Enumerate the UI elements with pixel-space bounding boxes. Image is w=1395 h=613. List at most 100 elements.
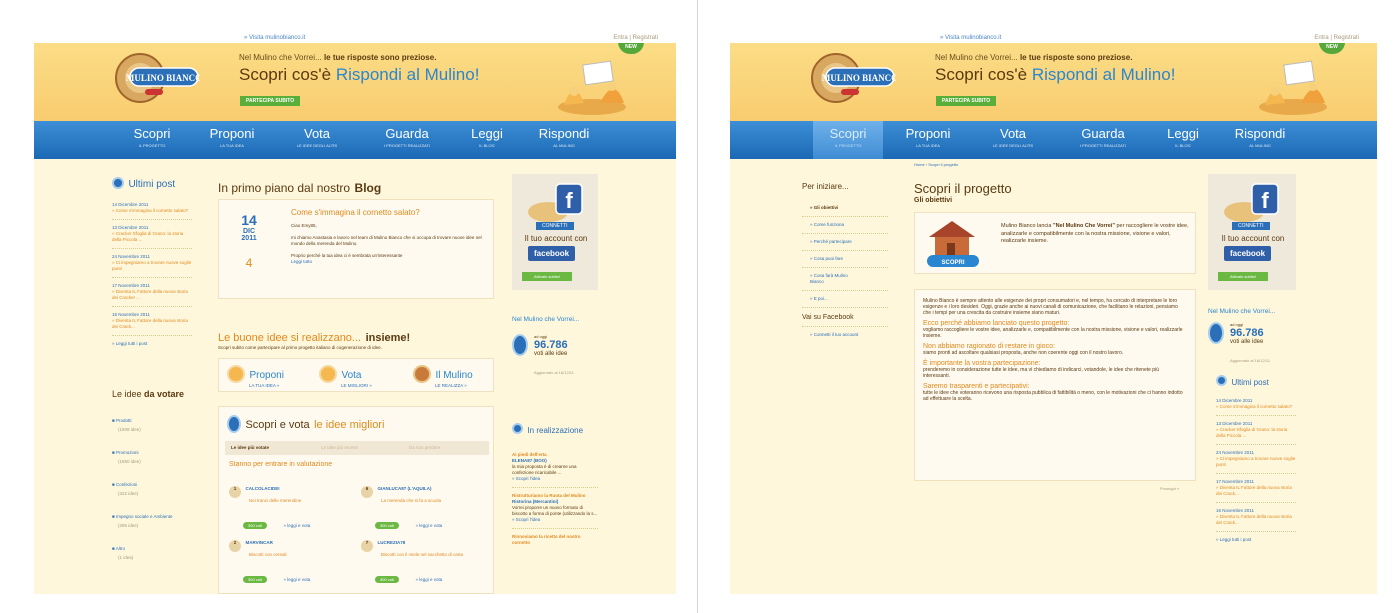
sidebar-menu: » Gli obiettivi » Come funziona » Perché… — [802, 205, 888, 308]
nav-rispondi[interactable]: Rispondi AL MULINO — [1220, 121, 1300, 159]
activate-button[interactable]: Attivalo subito! — [1218, 272, 1269, 281]
read-vote-link[interactable]: » leggi e vota — [283, 577, 310, 582]
idea-item[interactable]: 6 GIANLUCA87 (L'AQUILA) La merenda che s… — [361, 477, 491, 532]
nav-leggi[interactable]: Leggi IL BLOG — [1148, 121, 1218, 159]
post-item[interactable]: 17 Novembre 2011» Diventa IL Fattore del… — [1216, 479, 1296, 497]
idea-item[interactable]: 2 MARVINCAR Biscotti con cereali 300 vot… — [229, 531, 351, 586]
facebook-button[interactable]: facebook — [1224, 246, 1272, 261]
post-item[interactable]: 24 Novembre 2011» Ci impegniamo a trovar… — [112, 254, 192, 272]
post-item[interactable]: 16 Novembre 2011» Diventa IL Fattore del… — [1216, 508, 1296, 526]
idea-item[interactable]: 1 CALCOLACIDEI Nei tranci delle merendin… — [229, 477, 351, 532]
post-item[interactable]: 16 Novembre 2011» Diventa IL Fattore del… — [112, 312, 192, 330]
post-list: 14 Dicembre 2011» Come s'immagina il cor… — [112, 202, 192, 347]
all-posts-link[interactable]: » Leggi tutti i post — [1216, 537, 1296, 543]
right-ultimi-post: Ultimi post 14 Dicembre 2011» Come s'imm… — [1216, 372, 1296, 543]
post-item[interactable]: 24 Novembre 2011» Ci impegniamo a trovar… — [1216, 450, 1296, 468]
sidebar-item-cosa-puoi-fare[interactable]: » Cosa puoi fare — [802, 256, 888, 262]
article-paragraph: tutte le idee che voteranno ricevono una… — [923, 390, 1183, 402]
tab-piu-votate[interactable]: Le idee più votate — [231, 445, 269, 451]
nav-proponi[interactable]: Proponi LA TUA IDEA — [893, 121, 963, 159]
page-frame: » Visita mulinobianco.it Entra | Registr… — [34, 34, 676, 594]
nav-vota[interactable]: Vota LE IDEE DEGLI ALTRI — [973, 121, 1053, 159]
sidebar-item-come-funziona[interactable]: » Come funziona — [802, 222, 888, 228]
category-item[interactable]: ■ Prodotti (1509 idee) — [112, 409, 192, 433]
step-proponi[interactable]: Proponi LA TUA IDEA » — [227, 365, 284, 389]
post-title[interactable]: Come s'immagina il cornetto salato? — [291, 208, 487, 217]
nav-vota[interactable]: Vota LE IDEE DEGLI ALTRI — [277, 121, 357, 159]
lightbulb-icon — [227, 365, 245, 383]
banner-headline: Scopri cos'è Rispondi al Mulino! — [935, 65, 1176, 84]
next-link[interactable]: Prosegui » — [1160, 486, 1179, 492]
buone-idee-subtitle: Scopri subito come partecipare al primo … — [218, 345, 382, 350]
nav-scopri[interactable]: Scopri IL PROGETTO — [813, 121, 883, 159]
ultimi-post-header: Ultimi post — [1216, 372, 1296, 390]
tab-piu-recenti[interactable]: Le idee più recenti — [321, 445, 358, 451]
mulino-bianco-logo[interactable]: MULINO BIANCO — [806, 48, 896, 106]
banner-headline: Scopri cos'è Rispondi al Mulino! — [239, 65, 480, 84]
connect-button[interactable]: CONNETTI — [536, 222, 574, 230]
idea-item[interactable]: 7 LUCREZIA78 Biscotti con il miele nel s… — [361, 531, 491, 586]
blog-post-card[interactable]: 14 DIC 2011 4 Come s'immagina il cornett… — [218, 199, 494, 299]
realiz-title[interactable]: Rinnoviamo la ricetta del nostro cornett… — [512, 534, 598, 546]
buone-idee-title: Le buone idee si realizzano... insieme! — [218, 332, 411, 344]
sidebar-item-cosa-fara[interactable]: » Cosa farà Mulino Bianco — [802, 273, 862, 285]
nav-leggi[interactable]: Leggi IL BLOG — [452, 121, 522, 159]
main-nav: Scopri IL PROGETTO Proponi LA TUA IDEA Vot… — [730, 121, 1377, 159]
new-badge: NEW — [1319, 43, 1345, 54]
category-item[interactable]: ■ Altro (1 idea) — [112, 537, 192, 561]
fb-account-label: Il tuo account con — [524, 234, 588, 243]
login-link[interactable]: Entra | Registrati — [1314, 35, 1359, 41]
nav-proponi[interactable]: Proponi LA TUA IDEA — [197, 121, 267, 159]
facebook-button[interactable]: facebook — [528, 246, 576, 261]
discover-idea-link[interactable]: » Scopri l'idea — [512, 476, 598, 482]
post-item[interactable]: 14 Dicembre 2011» Come s'immagina il cor… — [1216, 398, 1296, 410]
nav-rispondi[interactable]: Rispondi AL MULINO — [524, 121, 604, 159]
discover-idea-link[interactable]: » Scopri l'idea — [512, 517, 598, 523]
left-sidebar: Ultimi post 14 Dicembre 2011» Come s'imm… — [112, 174, 192, 569]
step-mulino[interactable]: Il Mulino LE REALIZZA » — [413, 365, 473, 389]
nav-guarda[interactable]: Guarda I PROGETTI REALIZZATI — [1060, 121, 1146, 159]
in-realizzazione: In realizzazione Ai piedi dell'erta ELEN… — [512, 420, 598, 546]
post-item[interactable]: 13 Dicembre 2011» Cracker Sfoglia di Gra… — [112, 225, 192, 243]
connect-button[interactable]: CONNETTI — [1232, 222, 1270, 230]
participate-button[interactable]: PARTECIPA SUBITO — [240, 96, 301, 106]
participate-button[interactable]: PARTECIPA SUBITO — [936, 96, 997, 106]
mulino-bianco-logo[interactable]: MULINO BIANCO — [110, 48, 200, 106]
counter-value: 96.786 — [1230, 327, 1264, 339]
read-vote-link[interactable]: » leggi e vota — [415, 577, 442, 582]
nav-scopri[interactable]: Scopri IL PROGETTO — [117, 121, 187, 159]
sidebar-item-obiettivi[interactable]: » Gli obiettivi — [802, 205, 888, 211]
visit-link[interactable]: » Visita mulinobianco.it — [940, 35, 1001, 41]
sidebar-title: Per iniziare... — [802, 182, 849, 191]
read-more-link[interactable]: Leggi tutto — [291, 259, 487, 265]
article-heading: Saremo trasparenti e partecipativi: — [923, 383, 1030, 390]
connect-account-link[interactable]: » Connetti il tuo account — [802, 332, 888, 338]
read-vote-link[interactable]: » leggi e vota — [415, 523, 442, 528]
login-link[interactable]: Entra | Registrati — [613, 35, 658, 41]
category-item[interactable]: ■ Promozioni (1850 idee) — [112, 441, 192, 465]
activate-button[interactable]: Attivalo subito! — [522, 272, 573, 281]
svg-text:f: f — [565, 188, 573, 213]
nav-guarda[interactable]: Guarda I PROGETTI REALIZZATI — [364, 121, 450, 159]
breadcrumb[interactable]: Home › Scopri il progetto — [914, 162, 958, 168]
post-item[interactable]: 17 Novembre 2011» Diventa IL Fattore del… — [112, 283, 192, 301]
sidebar-item-e-poi[interactable]: » E poi... — [802, 296, 888, 302]
rank-title: Stanno per entrare in valutazione — [229, 461, 333, 468]
screenshot-scopri: » Visita mulinobianco.it Entra | Registr… — [698, 0, 1395, 613]
top-bar: » Visita mulinobianco.it Entra | Registr… — [730, 34, 1377, 43]
page-title: Scopri il progetto — [914, 181, 1012, 196]
step-vota[interactable]: Vota LE MIGLIORI » — [319, 365, 372, 389]
speech-bubble-icon — [1216, 375, 1227, 387]
read-vote-link[interactable]: » leggi e vota — [283, 523, 310, 528]
tab-da-non-perdere[interactable]: Da non perdere — [409, 445, 440, 451]
category-item[interactable]: ■ Confezioni (322 idee) — [112, 473, 192, 497]
counter-title: Nel Mulino che Vorrei... — [1208, 308, 1276, 315]
visit-link[interactable]: » Visita mulinobianco.it — [244, 35, 305, 41]
facebook-box: f CONNETTI Il tuo account con facebook A… — [1208, 174, 1296, 290]
vota-card: Scopri e vota le idee migliori Le idee p… — [218, 406, 494, 594]
all-posts-link[interactable]: » Leggi tutti i post — [112, 341, 192, 347]
category-item[interactable]: ■ Impegno sociale e Ambiente (285 idee) — [112, 505, 192, 529]
post-item[interactable]: 13 Dicembre 2011» Cracker Sfoglia di Gra… — [1216, 421, 1296, 439]
sidebar-item-perche[interactable]: » Perché partecipare — [802, 239, 888, 245]
post-item[interactable]: 14 Dicembre 2011» Come s'immagina il cor… — [112, 202, 192, 214]
